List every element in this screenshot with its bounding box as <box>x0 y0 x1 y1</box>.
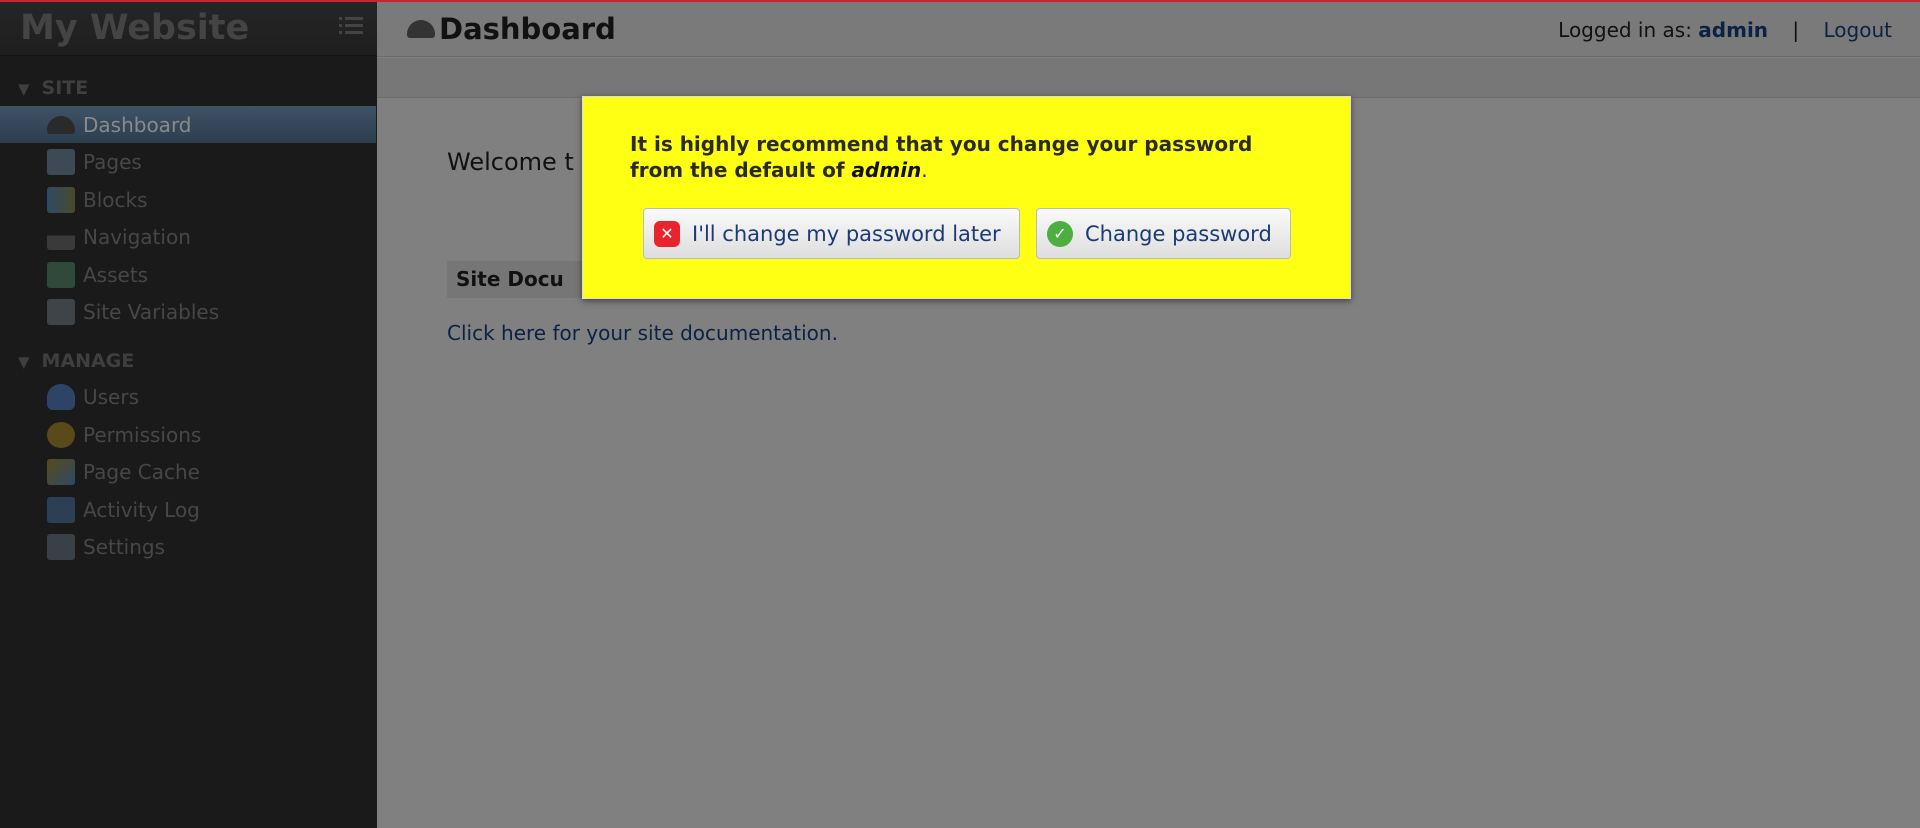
pages-icon <box>47 148 75 175</box>
default-password: admin <box>851 158 922 182</box>
sidebar-item-blocks[interactable]: Blocks <box>0 181 376 218</box>
sidebar-item-label: Assets <box>83 262 149 287</box>
dashboard-gauge-icon <box>47 115 75 134</box>
site-documentation-link[interactable]: Click here for your site documentation. <box>447 321 838 345</box>
brand-bar: My Website <box>0 0 377 56</box>
sidebar-item-label: Users <box>83 384 140 409</box>
book-icon <box>47 496 75 523</box>
dialog-message: It is highly recommend that you change y… <box>630 131 1310 183</box>
change-password-dialog: It is highly recommend that you change y… <box>582 96 1351 299</box>
page-title-text: Dashboard <box>439 12 616 46</box>
site-logo[interactable]: My Website <box>20 8 249 48</box>
sidebar-item-label: Page Cache <box>83 459 200 484</box>
sidebar: My Website ▼ SITE Dashboard Pages Blocks … <box>0 0 377 828</box>
sidebar-item-assets[interactable]: Assets <box>0 256 376 293</box>
section-label: SITE <box>41 77 89 99</box>
button-label: I'll change my password later <box>692 221 1001 246</box>
sidebar-item-permissions[interactable]: Permissions <box>0 416 376 453</box>
top-accent-line <box>0 0 1920 2</box>
welcome-text: Welcome t <box>447 148 574 176</box>
top-header: Dashboard Logged in as: admin | Logout <box>377 2 1920 57</box>
menu-toggle-icon[interactable] <box>339 14 363 36</box>
user-info: Logged in as: admin | Logout <box>1558 18 1892 42</box>
section-label: MANAGE <box>41 350 135 372</box>
page-title: Dashboard <box>407 12 616 46</box>
key-icon <box>47 421 75 448</box>
sidebar-item-label: Blocks <box>83 187 148 212</box>
user-icon <box>47 383 75 410</box>
site-variables-icon <box>47 298 75 325</box>
page-cache-icon <box>47 458 75 485</box>
sidebar-item-label: Site Variables <box>83 299 220 324</box>
sidebar-item-users[interactable]: Users <box>0 378 376 415</box>
checkmark-icon: ✓ <box>1047 220 1073 247</box>
change-password-button[interactable]: ✓ Change password <box>1036 208 1291 259</box>
sidebar-item-settings[interactable]: Settings <box>0 528 376 565</box>
button-label: Change password <box>1085 221 1272 246</box>
navigation-sitemap-icon <box>47 223 75 250</box>
username[interactable]: admin <box>1698 18 1768 42</box>
dashboard-gauge-icon <box>407 20 435 38</box>
section-manage[interactable]: ▼ MANAGE <box>18 350 134 372</box>
sidebar-item-label: Permissions <box>83 422 202 447</box>
sidebar-item-pages[interactable]: Pages <box>0 143 376 180</box>
logged-in-label: Logged in as: <box>1558 18 1692 42</box>
sidebar-item-page-cache[interactable]: Page Cache <box>0 453 376 490</box>
collapse-triangle-icon: ▼ <box>18 353 30 371</box>
collapse-triangle-icon: ▼ <box>18 80 30 98</box>
sidebar-item-activity-log[interactable]: Activity Log <box>0 491 376 528</box>
logout-link[interactable]: Logout <box>1824 18 1892 42</box>
sidebar-item-label: Pages <box>83 149 142 174</box>
sidebar-item-label: Navigation <box>83 224 191 249</box>
sidebar-item-navigation[interactable]: Navigation <box>0 218 376 255</box>
section-site[interactable]: ▼ SITE <box>18 77 88 99</box>
assets-icon <box>47 261 75 288</box>
subheader-bar <box>377 58 1920 98</box>
sidebar-item-label: Dashboard <box>83 112 192 137</box>
message-text: It is highly recommend that you change y… <box>630 132 1253 182</box>
separator: | <box>1792 18 1800 42</box>
message-end: . <box>921 158 928 182</box>
change-later-button[interactable]: ✕ I'll change my password later <box>643 208 1020 259</box>
sidebar-item-site-variables[interactable]: Site Variables <box>0 293 376 330</box>
close-x-icon: ✕ <box>654 220 680 247</box>
sidebar-item-dashboard[interactable]: Dashboard <box>0 106 376 143</box>
sidebar-item-label: Activity Log <box>83 497 200 522</box>
settings-icon <box>47 533 75 560</box>
sidebar-item-label: Settings <box>83 534 166 559</box>
blocks-icon <box>47 186 75 213</box>
